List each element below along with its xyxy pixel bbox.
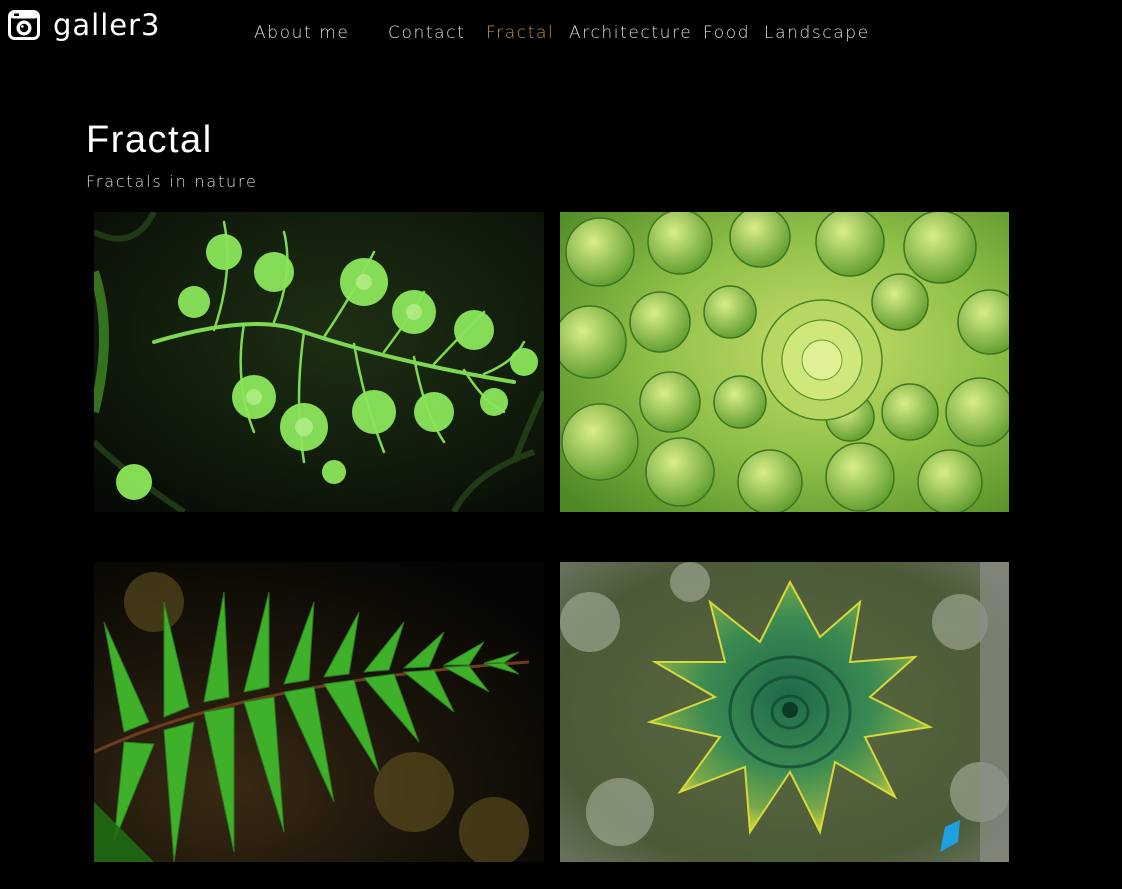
nav-link-about-me[interactable]: About me: [254, 22, 349, 44]
nav-link-contact[interactable]: Contact: [388, 22, 465, 44]
nav-link-architecture[interactable]: Architecture: [569, 22, 692, 44]
nav-link-landscape[interactable]: Landscape: [764, 22, 870, 44]
top-navigation-bar: galler3 About me Contact Fractal Archite…: [0, 0, 1122, 66]
nav-link-food[interactable]: Food: [703, 22, 750, 44]
fern-frond-photo: [94, 562, 544, 862]
gallery-image-fern-frond[interactable]: [94, 562, 544, 862]
page-subtitle: Fractals in nature: [86, 172, 258, 191]
gallery-image-spiral-aloe[interactable]: [560, 562, 1009, 862]
page-title: Fractal: [86, 119, 213, 161]
camera-icon: [8, 10, 40, 40]
fractal-fern-photo: [94, 212, 544, 512]
gallery-image-fractal-fern[interactable]: [94, 212, 544, 512]
spiral-aloe-photo: [560, 562, 1009, 862]
brand-home-link[interactable]: galler3: [8, 8, 161, 42]
nav-link-fractal[interactable]: Fractal: [486, 22, 554, 44]
gallery-image-romanesco[interactable]: [560, 212, 1009, 512]
brand-name: galler3: [53, 7, 161, 42]
romanesco-photo: [560, 212, 1009, 512]
